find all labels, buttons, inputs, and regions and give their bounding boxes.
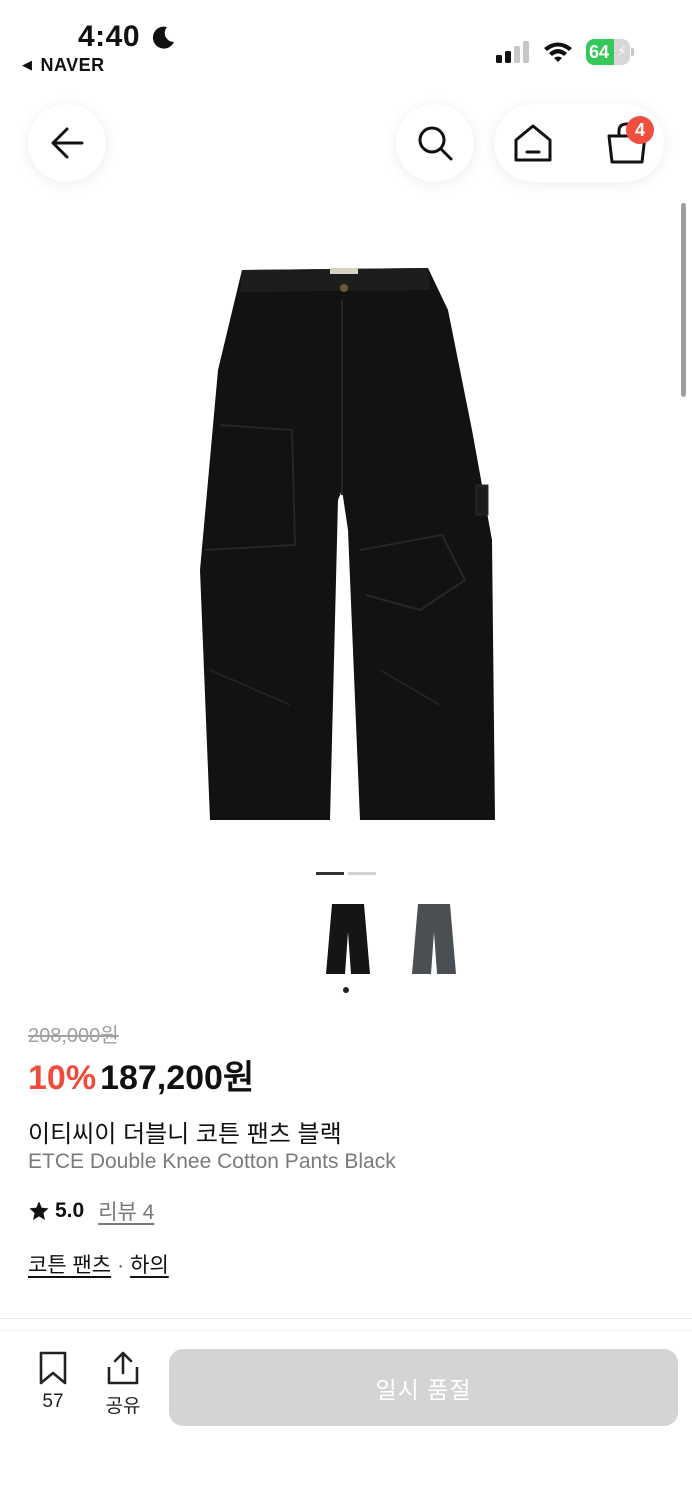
share-button[interactable]: 공유 [93,1351,153,1418]
back-arrow-icon [51,127,84,159]
wifi-icon [544,42,572,62]
category-separator: · [117,1254,125,1277]
thumbnail-grey[interactable] [410,902,458,978]
search-icon [418,126,453,161]
home-icon[interactable] [512,122,554,164]
review-link[interactable]: 리뷰 4 [98,1196,154,1226]
product-title-korean: 이티씨이 더블니 코튼 팬츠 블랙 [28,1121,342,1148]
back-app-label: NAVER [40,55,105,75]
cart-badge: 4 [626,116,654,144]
rating-value: 5.0 [55,1199,85,1222]
original-price: 208,000원 [28,1025,119,1047]
color-thumbnails [318,902,468,1002]
divider [0,1318,692,1319]
signal-icon [496,41,529,63]
bookmark-count: 57 [42,1391,64,1412]
battery-level: 64 [589,42,610,62]
battery-icon: 64 ⚡ [586,39,634,65]
gallery-page-indicator [316,872,376,876]
share-icon [107,1351,139,1385]
category-breadcrumb: 코튼 팬츠 · 하의 [28,1249,169,1279]
bookmark-button[interactable]: 57 [23,1351,83,1413]
search-button[interactable] [396,104,474,182]
product-image[interactable] [180,250,520,840]
rating-row: 5.0 리뷰 4 [28,1196,154,1226]
header-action-pill: 4 [494,104,664,182]
bookmark-icon [39,1351,67,1385]
back-button[interactable] [28,104,106,182]
star-icon [29,1201,49,1220]
moon-icon [152,26,174,49]
scroll-indicator[interactable] [681,203,686,397]
page-dot-active[interactable] [316,872,344,875]
sold-out-button[interactable]: 일시 품절 [169,1349,678,1426]
status-time: 4:40 [78,20,141,53]
product-title-english: ETCE Double Knee Cotton Pants Black [28,1150,396,1173]
charging-bolt-icon: ⚡ [617,43,627,59]
price-row: 10% 187,200원 [28,1050,254,1099]
page-dot[interactable] [348,872,376,875]
share-label: 공유 [105,1396,141,1417]
thumbnail-black[interactable] [324,902,372,978]
category-link-bottoms[interactable]: 하의 [130,1254,169,1277]
category-link-cotton-pants[interactable]: 코튼 팬츠 [28,1254,111,1277]
discount-rate: 10% [28,1059,97,1097]
sale-price: 187,200원 [100,1059,255,1097]
back-to-app-link[interactable]: ◀ NAVER [22,55,105,76]
thumbnail-selected-dot [343,987,349,993]
bottom-action-bar: 57 공유 일시 품절 [0,1330,692,1500]
status-bar: 4:40 ◀ NAVER 64 ⚡ [0,0,692,80]
back-triangle-icon: ◀ [22,57,33,72]
